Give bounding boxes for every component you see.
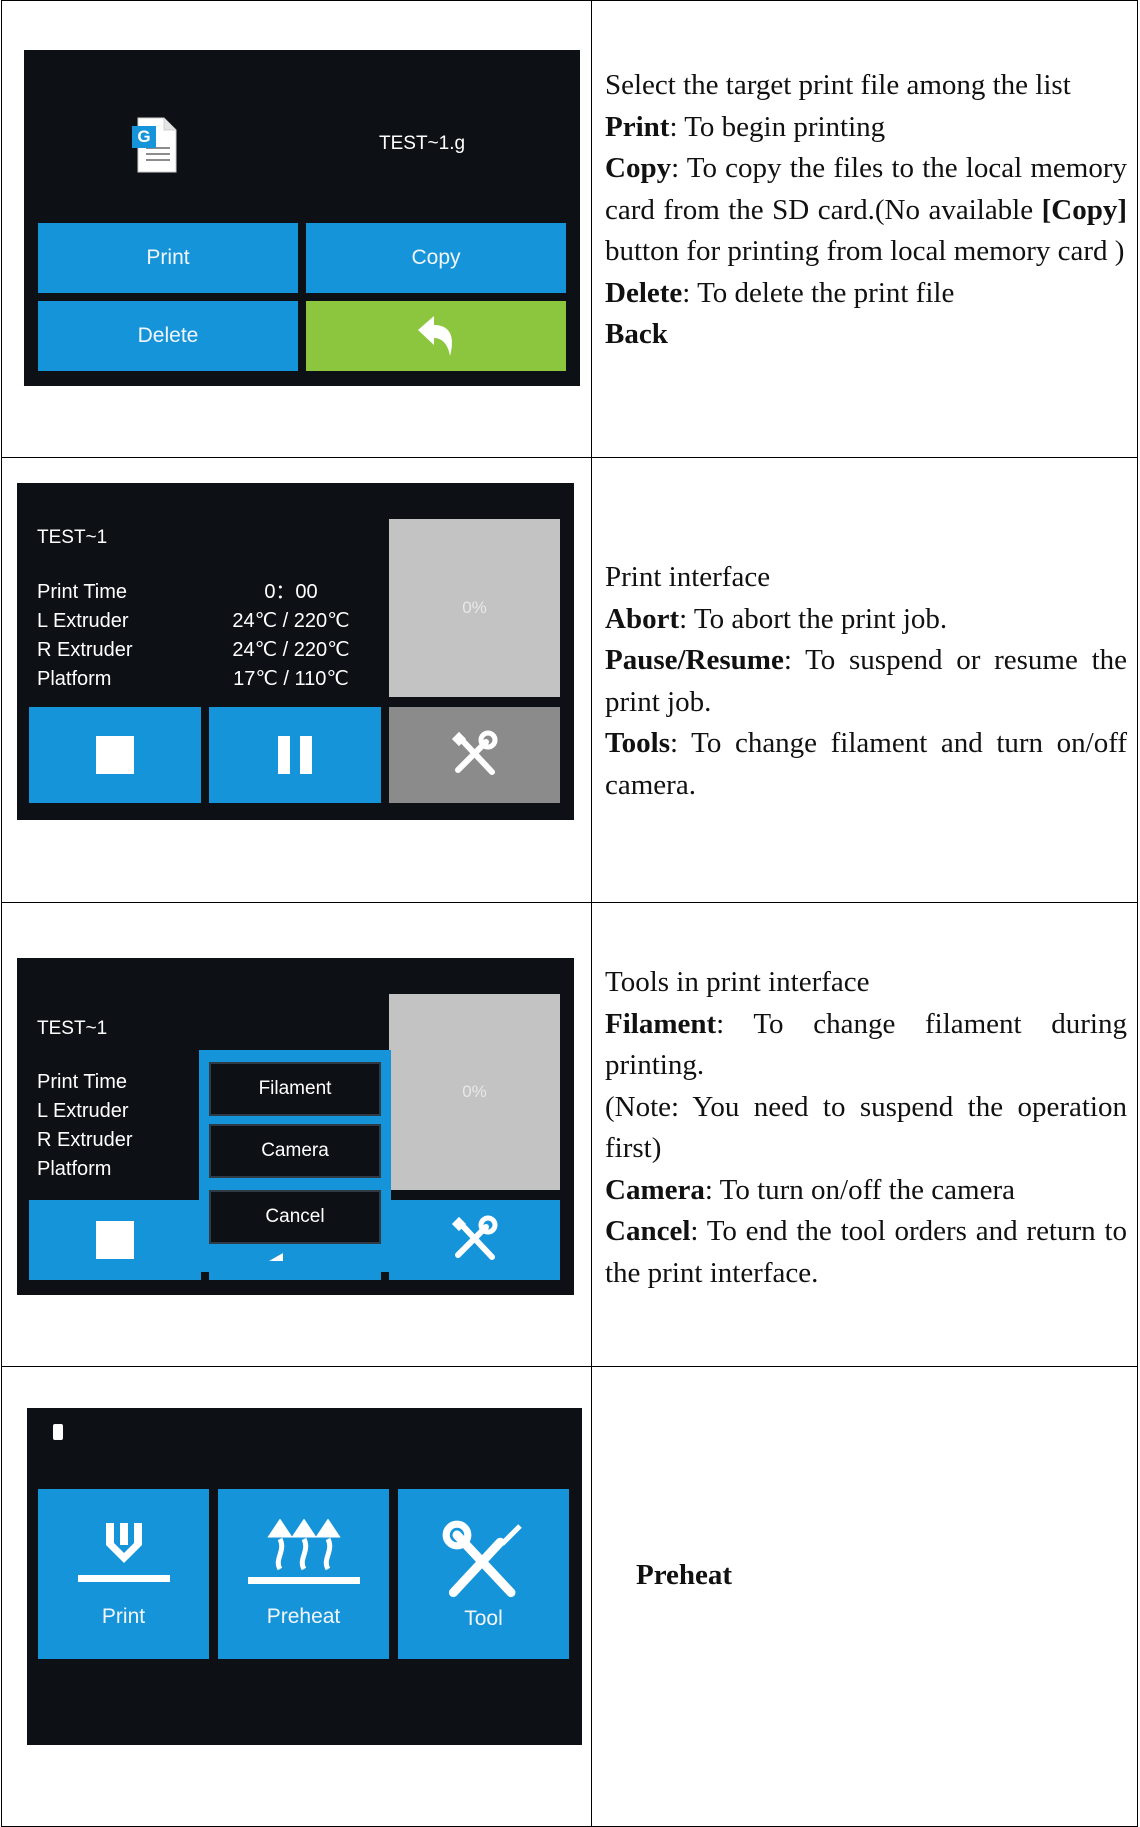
table-row-tools-menu: TEST~1 Print Time L Extruder R Extruder …: [1, 902, 1138, 1367]
pause-button[interactable]: [209, 707, 381, 803]
menu-item-filament[interactable]: Filament: [209, 1062, 381, 1116]
pointer-icon: [269, 1253, 283, 1261]
desc-text: : To abort the print job.: [679, 602, 948, 635]
desc-line: Select the target print file among the l…: [605, 69, 1071, 101]
desc-term: Abort: [605, 602, 680, 635]
column-divider: [591, 1, 592, 457]
file-icon-letter: G: [137, 127, 151, 146]
label-l-extruder: L Extruder: [37, 1100, 129, 1122]
value-print-time: 0：00: [264, 581, 318, 603]
table-row-preheat: Print Preheat Tool Preheat: [1, 1366, 1138, 1827]
table-row-print-interface: TEST~1 Print Time L Extruder R Extruder …: [1, 457, 1138, 903]
stop-icon: [96, 736, 134, 774]
status-labels: Print Time L Extruder R Extruder Platfor…: [37, 578, 133, 694]
column-divider: [591, 903, 592, 1366]
desc-term: Camera: [605, 1173, 705, 1206]
label-r-extruder: R Extruder: [37, 1129, 133, 1151]
abort-button[interactable]: [29, 1200, 201, 1280]
heat-icon: [247, 1519, 360, 1584]
desc-term: Preheat: [636, 1559, 733, 1591]
copy-button[interactable]: Copy: [306, 223, 566, 293]
desc-text: : To turn on/off the camera: [704, 1173, 1016, 1206]
desc-note: (Note: You need to suspend the operation…: [605, 1090, 1127, 1165]
desc-text: : To delete the print file: [682, 276, 955, 309]
print-tile[interactable]: Print: [38, 1489, 209, 1659]
desc-term: Copy: [605, 152, 672, 184]
desc-text: button for printing from local memory ca…: [605, 235, 1125, 267]
label-r-extruder: R Extruder: [37, 639, 133, 661]
status-labels: Print Time L Extruder R Extruder Platfor…: [37, 1068, 133, 1184]
label-print-time: Print Time: [37, 581, 128, 603]
tools-button[interactable]: [389, 1200, 560, 1280]
desc-text: : To begin printing: [669, 110, 886, 143]
stop-icon: [96, 1221, 134, 1259]
nozzle-icon: [77, 1523, 170, 1582]
screen-file-select: G TEST~1.g Print Copy Delete: [24, 50, 580, 386]
desc-term: Print: [605, 110, 670, 143]
menu-item-camera[interactable]: Camera: [209, 1124, 381, 1178]
print-file-title: TEST~1: [37, 527, 108, 548]
tools-popup: Filament Camera Cancel: [199, 1050, 391, 1272]
row4-description: Preheat: [636, 1555, 1140, 1597]
screen-main-menu: Print Preheat Tool: [27, 1408, 582, 1745]
desc-text: : To change filament and turn on/off cam…: [605, 727, 1127, 801]
desc-line: Print interface: [605, 561, 771, 593]
desc-term: Pause/Resume: [605, 644, 784, 676]
value-r-extruder: 24℃ / 220℃: [232, 639, 350, 661]
back-arrow-icon: [418, 316, 453, 356]
label-platform: Platform: [37, 668, 112, 690]
tools-icon: [451, 1215, 497, 1260]
back-button[interactable]: [306, 301, 566, 371]
progress-box: 0%: [389, 519, 560, 697]
tile-label: Print: [101, 1605, 146, 1628]
row2-description: Print interface Abort: To abort the prin…: [605, 557, 1127, 806]
abort-button[interactable]: [29, 707, 201, 803]
screen-print-interface: TEST~1 Print Time L Extruder R Extruder …: [17, 483, 574, 820]
value-platform: 17℃ / 110℃: [233, 668, 349, 690]
label-print-time: Print Time: [37, 1071, 128, 1093]
row3-description: Tools in print interface Filament: To ch…: [605, 962, 1127, 1294]
tools-icon: [442, 1520, 522, 1598]
document-page: G TEST~1.g Print Copy Delete Select the …: [0, 0, 1140, 1827]
desc-term: Back: [605, 318, 668, 350]
desc-line: Tools in print interface: [605, 966, 870, 998]
pause-icon: [278, 736, 312, 774]
tools-icon: [451, 730, 497, 775]
status-values: 0：00 24℃ / 220℃ 24℃ / 220℃ 17℃ / 110℃: [231, 578, 351, 694]
usb-icon: [53, 1424, 63, 1440]
desc-term: Cancel: [605, 1215, 691, 1247]
tile-label: Preheat: [266, 1605, 341, 1628]
print-file-title: TEST~1: [37, 1018, 108, 1039]
file-name[interactable]: TEST~1.g: [379, 133, 465, 155]
progress-box: 0%: [389, 994, 560, 1190]
row1-description: Select the target print file among the l…: [605, 65, 1127, 356]
preheat-tile[interactable]: Preheat: [218, 1489, 389, 1659]
desc-term: Tools: [605, 727, 671, 759]
screen-tools-menu: TEST~1 Print Time L Extruder R Extruder …: [17, 958, 574, 1295]
desc-term: Delete: [605, 276, 683, 309]
column-divider: [591, 458, 592, 902]
label-platform: Platform: [37, 1158, 112, 1180]
delete-button[interactable]: Delete: [38, 301, 298, 371]
label-l-extruder: L Extruder: [37, 610, 129, 632]
table-row-file-select: G TEST~1.g Print Copy Delete Select the …: [1, 0, 1138, 458]
tools-button[interactable]: [389, 707, 560, 803]
tool-tile[interactable]: Tool: [398, 1489, 569, 1659]
desc-term: Filament: [605, 1007, 717, 1040]
desc-term: [Copy]: [1041, 193, 1128, 226]
value-l-extruder: 24℃ / 220℃: [232, 610, 350, 632]
tile-label: Tool: [464, 1607, 503, 1630]
gcode-file-icon: G: [132, 116, 178, 174]
menu-item-cancel[interactable]: Cancel: [209, 1190, 381, 1244]
print-button[interactable]: Print: [38, 223, 298, 293]
column-divider: [591, 1367, 592, 1826]
